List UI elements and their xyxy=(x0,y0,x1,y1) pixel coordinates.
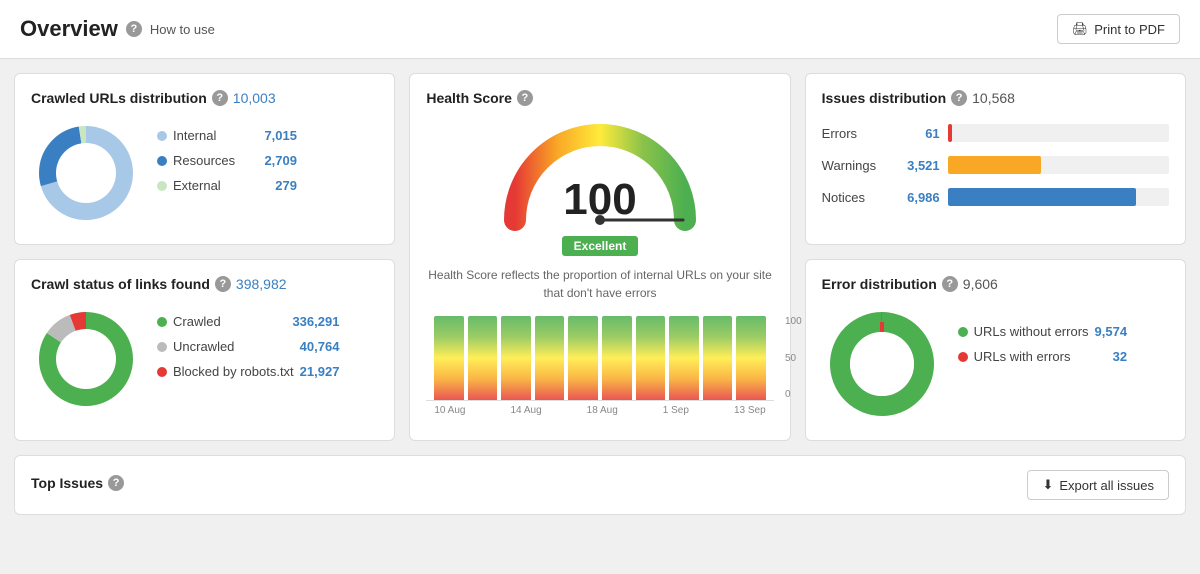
issue-row-warnings: Warnings 3,521 xyxy=(822,156,1169,174)
help-icon[interactable]: ? xyxy=(126,21,142,37)
page-title: Overview xyxy=(20,16,118,42)
export-button[interactable]: ⬇ Export all issues xyxy=(1027,470,1169,500)
legend-item-no-errors: URLs without errors 9,574 xyxy=(958,324,1127,339)
crawled-dot xyxy=(157,317,167,327)
legend-item-resources: Resources 2,709 xyxy=(157,153,297,168)
crawl-status-title: Crawl status of links found ? 398,982 xyxy=(31,276,378,292)
with-errors-dot xyxy=(958,352,968,362)
warnings-bar-fill xyxy=(948,156,1041,174)
crawled-urls-donut xyxy=(31,118,141,228)
crawled-urls-title: Crawled URLs distribution ? 10,003 xyxy=(31,90,378,106)
download-icon: ⬇ xyxy=(1042,477,1053,493)
crawled-urls-legend-items: Internal 7,015 Resources 2,709 External … xyxy=(157,118,297,228)
crawl-status-legend-items: Crawled 336,291 Uncrawled 40,764 Blocked… xyxy=(157,304,339,414)
page-header: Overview ? How to use 🖨 Print to PDF xyxy=(0,0,1200,59)
issue-row-errors: Errors 61 xyxy=(822,124,1169,142)
legend-item-external: External 279 xyxy=(157,178,297,193)
legend-item-internal: Internal 7,015 xyxy=(157,128,297,143)
notices-bar-fill xyxy=(948,188,1136,206)
legend-item-blocked: Blocked by robots.txt 21,927 xyxy=(157,364,339,379)
errors-bar-track xyxy=(948,124,1169,142)
health-score-card: Health Score ? xyxy=(409,73,790,441)
health-score-title: Health Score ? xyxy=(426,90,533,106)
health-bar-chart: 100 50 0 10 Aug 14 Aug 18 Aug 1 Sep 13 S… xyxy=(426,316,773,416)
blocked-dot xyxy=(157,367,167,377)
error-dist-legend: URLs without errors 9,574 URLs with erro… xyxy=(822,304,1169,424)
resources-dot xyxy=(157,156,167,166)
print-button[interactable]: 🖨 Print to PDF xyxy=(1057,14,1180,44)
main-grid: Crawled URLs distribution ? 10,003 Inter… xyxy=(0,59,1200,529)
top-issues-help-icon[interactable]: ? xyxy=(108,475,124,491)
notices-bar-track xyxy=(948,188,1169,206)
error-dist-legend-items: URLs without errors 9,574 URLs with erro… xyxy=(958,304,1127,424)
issues-dist-card: Issues distribution ? 10,568 Errors 61 W… xyxy=(805,73,1186,245)
uncrawled-dot xyxy=(157,342,167,352)
crawled-urls-card: Crawled URLs distribution ? 10,003 Inter… xyxy=(14,73,395,245)
internal-dot xyxy=(157,131,167,141)
health-score-help-icon[interactable]: ? xyxy=(517,90,533,106)
crawl-status-legend: Crawled 336,291 Uncrawled 40,764 Blocked… xyxy=(31,304,378,414)
legend-item-crawled: Crawled 336,291 xyxy=(157,314,339,329)
bar-x-labels: 10 Aug 14 Aug 18 Aug 1 Sep 13 Sep xyxy=(426,401,773,416)
error-dist-help-icon[interactable]: ? xyxy=(942,276,958,292)
external-dot xyxy=(157,181,167,191)
top-issues-card: Top Issues ? ⬇ Export all issues xyxy=(14,455,1186,515)
health-description: Health Score reflects the proportion of … xyxy=(426,266,773,302)
how-to-use-link[interactable]: How to use xyxy=(150,22,215,37)
legend-item-with-errors: URLs with errors 32 xyxy=(958,349,1127,364)
issue-row-notices: Notices 6,986 xyxy=(822,188,1169,206)
gauge-score: 100 xyxy=(563,175,636,225)
error-dist-donut xyxy=(822,304,942,424)
error-dist-card: Error distribution ? 9,606 URLs without … xyxy=(805,259,1186,441)
issues-dist-help-icon[interactable]: ? xyxy=(951,90,967,106)
gauge: 100 xyxy=(500,120,700,230)
top-issues-title: Top Issues ? xyxy=(31,475,124,491)
legend-item-uncrawled: Uncrawled 40,764 xyxy=(157,339,339,354)
errors-bar-fill xyxy=(948,124,952,142)
no-errors-dot xyxy=(958,327,968,337)
header-left: Overview ? How to use xyxy=(20,16,215,42)
warnings-bar-track xyxy=(948,156,1169,174)
issue-rows: Errors 61 Warnings 3,521 Notices 6,986 xyxy=(822,124,1169,206)
crawl-status-donut xyxy=(31,304,141,414)
excellent-badge: Excellent xyxy=(562,236,639,256)
issues-dist-title: Issues distribution ? 10,568 xyxy=(822,90,1169,106)
crawled-urls-legend: Internal 7,015 Resources 2,709 External … xyxy=(31,118,378,228)
crawl-status-help-icon[interactable]: ? xyxy=(215,276,231,292)
crawl-status-card: Crawl status of links found ? 398,982 Cr… xyxy=(14,259,395,441)
print-icon: 🖨 xyxy=(1072,21,1089,37)
error-dist-title: Error distribution ? 9,606 xyxy=(822,276,1169,292)
crawled-urls-help-icon[interactable]: ? xyxy=(212,90,228,106)
